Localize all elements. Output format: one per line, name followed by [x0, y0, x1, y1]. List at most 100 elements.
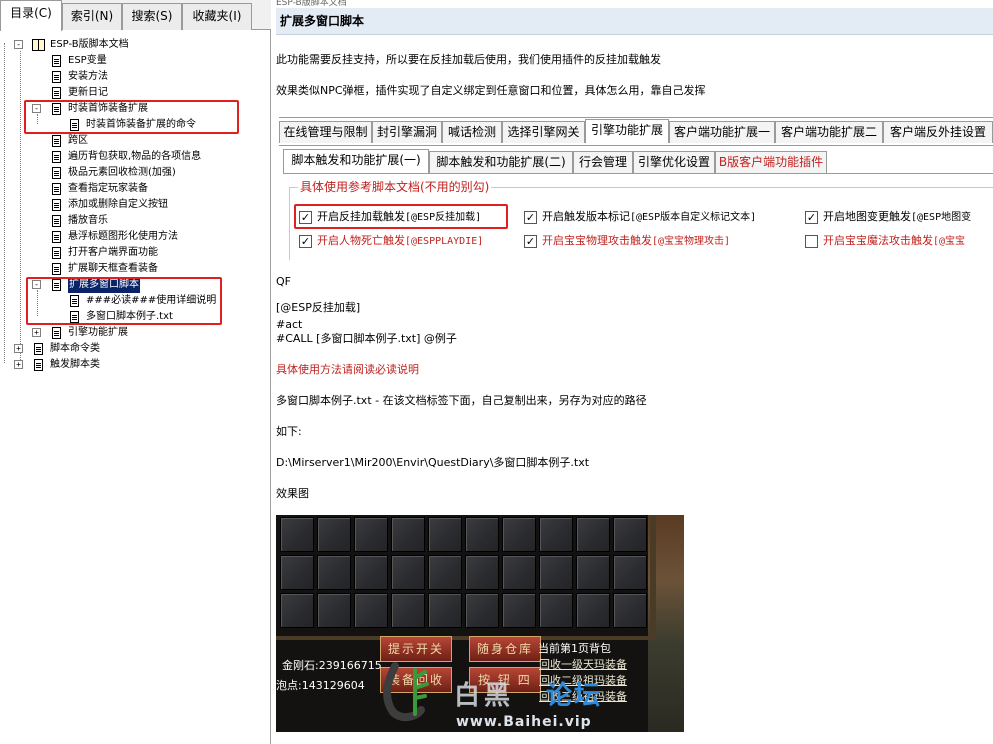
- inventory-slot[interactable]: [502, 517, 536, 552]
- tab-search[interactable]: 搜索(S): [122, 3, 182, 30]
- highlight-box-multi-window: [26, 277, 222, 325]
- navigation-tabs: 目录(C) 索引(N) 搜索(S) 收藏夹(I): [0, 0, 271, 31]
- watermark-logo-icon: [383, 662, 429, 721]
- checkbox-player-death[interactable]: ✓: [299, 235, 312, 248]
- document-icon: [52, 215, 61, 227]
- document-icon: [34, 343, 43, 355]
- document-icon: [52, 247, 61, 259]
- tab-anti-cheat[interactable]: 客户端反外挂设置: [883, 121, 993, 143]
- collapse-icon[interactable]: -: [14, 40, 23, 49]
- tab-guild-management[interactable]: 行会管理: [573, 151, 633, 173]
- tab-online-management[interactable]: 在线管理与限制: [279, 121, 372, 143]
- inventory-slot[interactable]: [428, 555, 462, 590]
- tree-node-bag-traverse[interactable]: 遍历背包获取,物品的各项信息: [14, 149, 254, 165]
- tab-engine-exploits[interactable]: 封引擎漏洞: [372, 121, 442, 143]
- expand-icon[interactable]: +: [14, 360, 23, 369]
- tree-node-play-music[interactable]: 播放音乐: [14, 213, 254, 229]
- document-icon: [52, 87, 61, 99]
- inventory-slot[interactable]: [354, 517, 388, 552]
- inventory-slot[interactable]: [539, 517, 573, 552]
- tab-index[interactable]: 索引(N): [62, 3, 122, 30]
- tree-node-trigger-scripts[interactable]: + 触发脚本类: [14, 357, 254, 373]
- expand-icon[interactable]: +: [32, 328, 41, 337]
- inventory-slot[interactable]: [428, 517, 462, 552]
- tree-node-client-ui[interactable]: 打开客户端界面功能: [14, 245, 254, 261]
- tree-node-custom-button[interactable]: 添加或删除自定义按钮: [14, 197, 254, 213]
- tab-contents[interactable]: 目录(C): [0, 0, 62, 31]
- tree-node-engine-extension[interactable]: + 引擎功能扩展: [14, 325, 254, 341]
- inventory-slot[interactable]: [317, 555, 351, 590]
- inventory-slot[interactable]: [391, 593, 425, 628]
- tab-script-trigger-1[interactable]: 脚本触发和功能扩展(一): [283, 149, 429, 173]
- inventory-slot[interactable]: [465, 593, 499, 628]
- inventory-slot[interactable]: [576, 555, 610, 590]
- code-line: QF: [276, 275, 291, 288]
- read-instructions-note: 具体使用方法请阅读必读说明: [276, 363, 419, 376]
- tab-script-trigger-2[interactable]: 脚本触发和功能扩展(二): [429, 151, 573, 173]
- tree-node-element-recycle[interactable]: 极品元素回收检测(加强): [14, 165, 254, 181]
- inventory-slot[interactable]: [613, 593, 647, 628]
- inventory-slot[interactable]: [428, 593, 462, 628]
- tree-node-install[interactable]: 安装方法: [14, 69, 254, 85]
- inventory-slot[interactable]: [502, 555, 536, 590]
- tree-node-chat-equipment[interactable]: 扩展聊天框查看装备: [14, 261, 254, 277]
- game-button-bag[interactable]: 随身仓库: [469, 636, 541, 662]
- inventory-slot[interactable]: [539, 593, 573, 628]
- inventory-slot[interactable]: [539, 555, 573, 590]
- document-icon: [52, 263, 61, 275]
- inventory-slot[interactable]: [317, 517, 351, 552]
- inventory-slot[interactable]: [317, 593, 351, 628]
- watermark-text-big: 白黑: [454, 681, 515, 711]
- tab-engine-extension[interactable]: 引擎功能扩展: [585, 119, 669, 143]
- tab-engine-optimization[interactable]: 引擎优化设置: [633, 151, 715, 173]
- tab-client-plugin[interactable]: B版客户端功能插件: [715, 151, 827, 173]
- tab-favorites[interactable]: 收藏夹(I): [182, 3, 252, 30]
- inventory-slot[interactable]: [391, 555, 425, 590]
- inventory-slot[interactable]: [354, 555, 388, 590]
- inventory-slot[interactable]: [465, 555, 499, 590]
- inventory-slot[interactable]: [576, 517, 610, 552]
- document-icon: [52, 327, 61, 339]
- settings-screenshot: 在线管理与限制 封引擎漏洞 喊话检测 选择引擎网关 引擎功能扩展 客户端功能扩展…: [279, 117, 993, 260]
- inventory-slot[interactable]: [465, 517, 499, 552]
- inventory-slot[interactable]: [502, 593, 536, 628]
- tree-node-cross-server[interactable]: 跨区: [14, 133, 254, 149]
- recycle-link-1[interactable]: 回收一级天玛装备: [539, 658, 627, 671]
- document-icon: [34, 359, 43, 371]
- tree-node-view-equipment[interactable]: 查看指定玩家装备: [14, 181, 254, 197]
- tab-client-extension-2[interactable]: 客户端功能扩展二: [775, 121, 883, 143]
- current-page-text: 当前第1页背包: [538, 642, 611, 655]
- tab-shout-detect[interactable]: 喊话检测: [442, 121, 502, 143]
- inventory-slot[interactable]: [354, 593, 388, 628]
- checkbox-version-mark[interactable]: ✓: [524, 211, 537, 224]
- bubble-points: 泡点:143129604: [276, 679, 365, 692]
- inventory-slot[interactable]: [613, 517, 647, 552]
- inventory-slot[interactable]: [280, 555, 314, 590]
- document-icon: [52, 167, 61, 179]
- tree-node-script-commands[interactable]: + 脚本命令类: [14, 341, 254, 357]
- code-line: #CALL [多窗口脚本例子.txt] @例子: [276, 332, 457, 345]
- watermark-url: www.Baihei.vip: [456, 714, 592, 730]
- tree-node-changelog[interactable]: 更新日记: [14, 85, 254, 101]
- tab-gateway[interactable]: 选择引擎网关: [502, 121, 585, 143]
- checkbox-map-change[interactable]: ✓: [805, 211, 818, 224]
- inventory-slot[interactable]: [613, 555, 647, 590]
- document-icon: [52, 135, 61, 147]
- inventory-slot[interactable]: [576, 593, 610, 628]
- checkbox-pet-magic[interactable]: [805, 235, 818, 248]
- group-legend: 具体使用参考脚本文档(不用的别勾): [298, 180, 492, 194]
- watermark-text-blue: 论坛: [546, 681, 603, 711]
- highlight-box-fashion: [24, 100, 239, 134]
- tab-client-extension-1[interactable]: 客户端功能扩展一: [669, 121, 775, 143]
- inventory-slot[interactable]: [280, 517, 314, 552]
- checkbox-label: 开启宝宝魔法攻击触发[@宝宝: [823, 234, 966, 247]
- page-title: 扩展多窗口脚本: [276, 8, 993, 35]
- document-icon: [52, 199, 61, 211]
- tree-node-root[interactable]: - ESP-B版脚本文档: [14, 37, 254, 53]
- tree-node-esp-variables[interactable]: ESP变量: [14, 53, 254, 69]
- inventory-slot[interactable]: [391, 517, 425, 552]
- expand-icon[interactable]: +: [14, 344, 23, 353]
- checkbox-pet-physical[interactable]: ✓: [524, 235, 537, 248]
- tree-node-floating-title[interactable]: 悬浮标题图形化使用方法: [14, 229, 254, 245]
- inventory-slot[interactable]: [280, 593, 314, 628]
